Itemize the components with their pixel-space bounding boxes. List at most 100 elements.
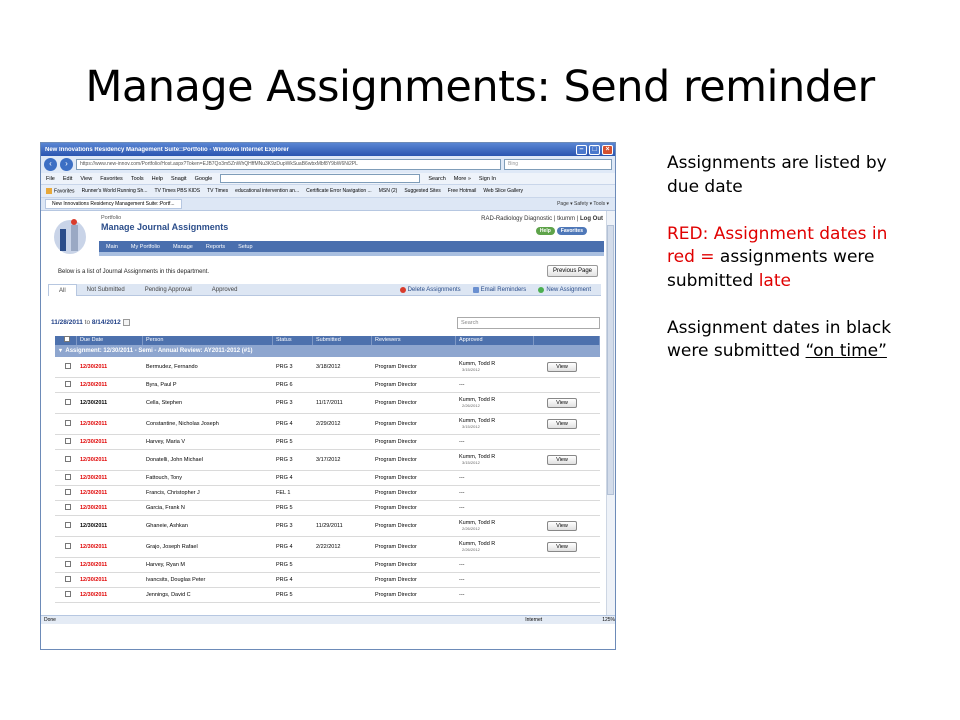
scrollbar[interactable] (606, 211, 615, 624)
minimize-button[interactable]: – (576, 144, 587, 155)
col-due-date[interactable]: Due Date (77, 336, 143, 345)
menu-tools[interactable]: Tools (131, 176, 144, 182)
favorite-link[interactable]: educational intervention an... (235, 188, 299, 194)
menu-file[interactable]: File (46, 176, 55, 182)
table-row[interactable]: 12/30/2011 Bermudez, Fernando PRG 3 3/18/20… (55, 357, 600, 378)
url-input[interactable]: https://www.new-innov.com/Portfolio/Host… (76, 159, 501, 170)
tab-approved[interactable]: Approved (202, 284, 248, 296)
delete-assignments-button[interactable]: Delete Assignments (399, 286, 461, 293)
select-all-checkbox[interactable] (55, 336, 77, 345)
row-checkbox[interactable] (55, 363, 77, 371)
browser-tab[interactable]: New Innovations Residency Management Sui… (45, 199, 182, 209)
favorites-button[interactable]: Favorites (46, 187, 75, 194)
favorite-link[interactable]: Free Hotmail (448, 188, 477, 194)
close-button[interactable]: × (602, 144, 613, 155)
submitted-cell: 11/17/2011 (316, 400, 343, 406)
row-checkbox[interactable] (55, 576, 77, 584)
favorite-link[interactable]: TV Times PBS KIDS (154, 188, 200, 194)
row-checkbox[interactable] (55, 522, 77, 530)
col-person[interactable]: Person (143, 336, 273, 345)
favorite-link[interactable]: TV Times (207, 188, 228, 194)
nav-setup[interactable]: Setup (238, 244, 252, 250)
col-submitted[interactable]: Submitted (313, 336, 372, 345)
menu-help[interactable]: Help (152, 176, 163, 182)
tab-pending-approval[interactable]: Pending Approval (135, 284, 202, 296)
favorite-link[interactable]: Runner's World Running Sh... (82, 188, 148, 194)
command-bar[interactable]: Page ▾ Safety ▾ Tools ▾ (557, 201, 609, 207)
col-reviewers[interactable]: Reviewers (372, 336, 456, 345)
menu-view[interactable]: View (80, 176, 92, 182)
view-button[interactable]: View (547, 521, 577, 531)
previous-page-button[interactable]: Previous Page (546, 265, 598, 277)
google-search-button[interactable]: Search (428, 176, 445, 182)
favorites-app-button[interactable]: Favorites (556, 227, 587, 235)
table-row[interactable]: 12/30/2011 Ghaneie, Ashkan PRG 3 11/29/2011… (55, 516, 600, 537)
row-checkbox[interactable] (55, 381, 77, 389)
row-checkbox[interactable] (55, 399, 77, 407)
table-row[interactable]: 12/30/2011 Byra, Paul P PRG 6 Program Direc… (55, 378, 600, 393)
row-checkbox[interactable] (55, 474, 77, 482)
tab-not-submitted[interactable]: Not Submitted (77, 284, 135, 296)
menu-favorites[interactable]: Favorites (100, 176, 123, 182)
new-assignment-button[interactable]: New Assignment (538, 286, 591, 293)
table-row[interactable]: 12/30/2011 Constantine, Nicholas Joseph PR… (55, 414, 600, 435)
favorite-link[interactable]: Web Slice Gallery (483, 188, 523, 194)
table-row[interactable]: 12/30/2011 Harvey, Ryan M PRG 5 Program Dir… (55, 558, 600, 573)
row-checkbox[interactable] (55, 420, 77, 428)
email-reminders-button[interactable]: Email Reminders (472, 286, 526, 293)
reviewer-cell: Program Director (375, 523, 417, 529)
table-row[interactable]: 12/30/2011 Francis, Christopher J FEL 1 Pro… (55, 486, 600, 501)
view-button[interactable]: View (547, 542, 577, 552)
assignment-group-header[interactable]: ▾ Assignment: 12/30/2011 - Semi - Annual… (55, 345, 600, 357)
forward-button[interactable]: › (60, 158, 73, 171)
nav-manage[interactable]: Manage (173, 244, 193, 250)
zoom-level[interactable]: 125% (602, 616, 615, 624)
favorite-link[interactable]: MSN (2) (379, 188, 398, 194)
col-status[interactable]: Status (273, 336, 313, 345)
row-checkbox[interactable] (55, 456, 77, 464)
favorite-link[interactable]: Certificate Error Navigation ... (306, 188, 372, 194)
table-row[interactable]: 12/30/2011 Ivancsits, Douglas Peter PRG 4 P… (55, 573, 600, 588)
view-button[interactable]: View (547, 455, 577, 465)
browser-tab-bar: New Innovations Residency Management Sui… (41, 198, 615, 211)
date-to[interactable]: 8/14/2012 (92, 319, 121, 326)
browser-search-input[interactable]: Bing (504, 159, 612, 170)
col-approved[interactable]: Approved (456, 336, 534, 345)
table-row[interactable]: 12/30/2011 Grajo, Joseph Rafael PRG 4 2/22/… (55, 537, 600, 558)
tab-all[interactable]: All (48, 283, 77, 296)
logout-link[interactable]: Log Out (580, 216, 603, 222)
table-row[interactable]: 12/30/2011 Garcia, Frank N PRG 5 Program Di… (55, 501, 600, 516)
date-from[interactable]: 11/28/2011 (51, 319, 83, 326)
table-row[interactable]: 12/30/2011 Jennings, David C PRG 5 Program … (55, 588, 600, 603)
google-search-input[interactable] (220, 174, 421, 183)
sign-in-link[interactable]: Sign In (479, 176, 496, 182)
view-button[interactable]: View (547, 419, 577, 429)
nav-reports[interactable]: Reports (206, 244, 225, 250)
more-button[interactable]: More » (454, 176, 471, 182)
row-checkbox[interactable] (55, 543, 77, 551)
nav-my-portfolio[interactable]: My Portfolio (131, 244, 160, 250)
row-checkbox[interactable] (55, 504, 77, 512)
table-row[interactable]: 12/30/2011 Donatelli, John Michael PRG 3 3/… (55, 450, 600, 471)
snagit-button[interactable]: Snagit (171, 176, 187, 182)
favorite-link[interactable]: Suggested Sites (404, 188, 440, 194)
assignments-table: Due Date Person Status Submitted Reviewe… (55, 336, 600, 603)
row-checkbox[interactable] (55, 561, 77, 569)
table-row[interactable]: 12/30/2011 Fattouch, Tony PRG 4 Program Dir… (55, 471, 600, 486)
row-checkbox[interactable] (55, 591, 77, 599)
table-row[interactable]: 12/30/2011 Cella, Stephen PRG 3 11/17/2011 P… (55, 393, 600, 414)
row-checkbox[interactable] (55, 489, 77, 497)
table-search-input[interactable]: Search (457, 317, 600, 329)
menu-edit[interactable]: Edit (63, 176, 72, 182)
maximize-button[interactable]: □ (589, 144, 600, 155)
nav-main[interactable]: Main (106, 244, 118, 250)
view-button[interactable]: View (547, 398, 577, 408)
scrollbar-thumb[interactable] (607, 225, 614, 495)
view-button[interactable]: View (547, 362, 577, 372)
help-button[interactable]: Help (535, 227, 555, 235)
table-row[interactable]: 12/30/2011 Harvey, Maria V PRG 5 Program Di… (55, 435, 600, 450)
chevron-down-icon[interactable] (122, 319, 130, 326)
back-button[interactable]: ‹ (44, 158, 57, 171)
breadcrumb[interactable]: Portfolio (101, 215, 121, 221)
row-checkbox[interactable] (55, 438, 77, 446)
